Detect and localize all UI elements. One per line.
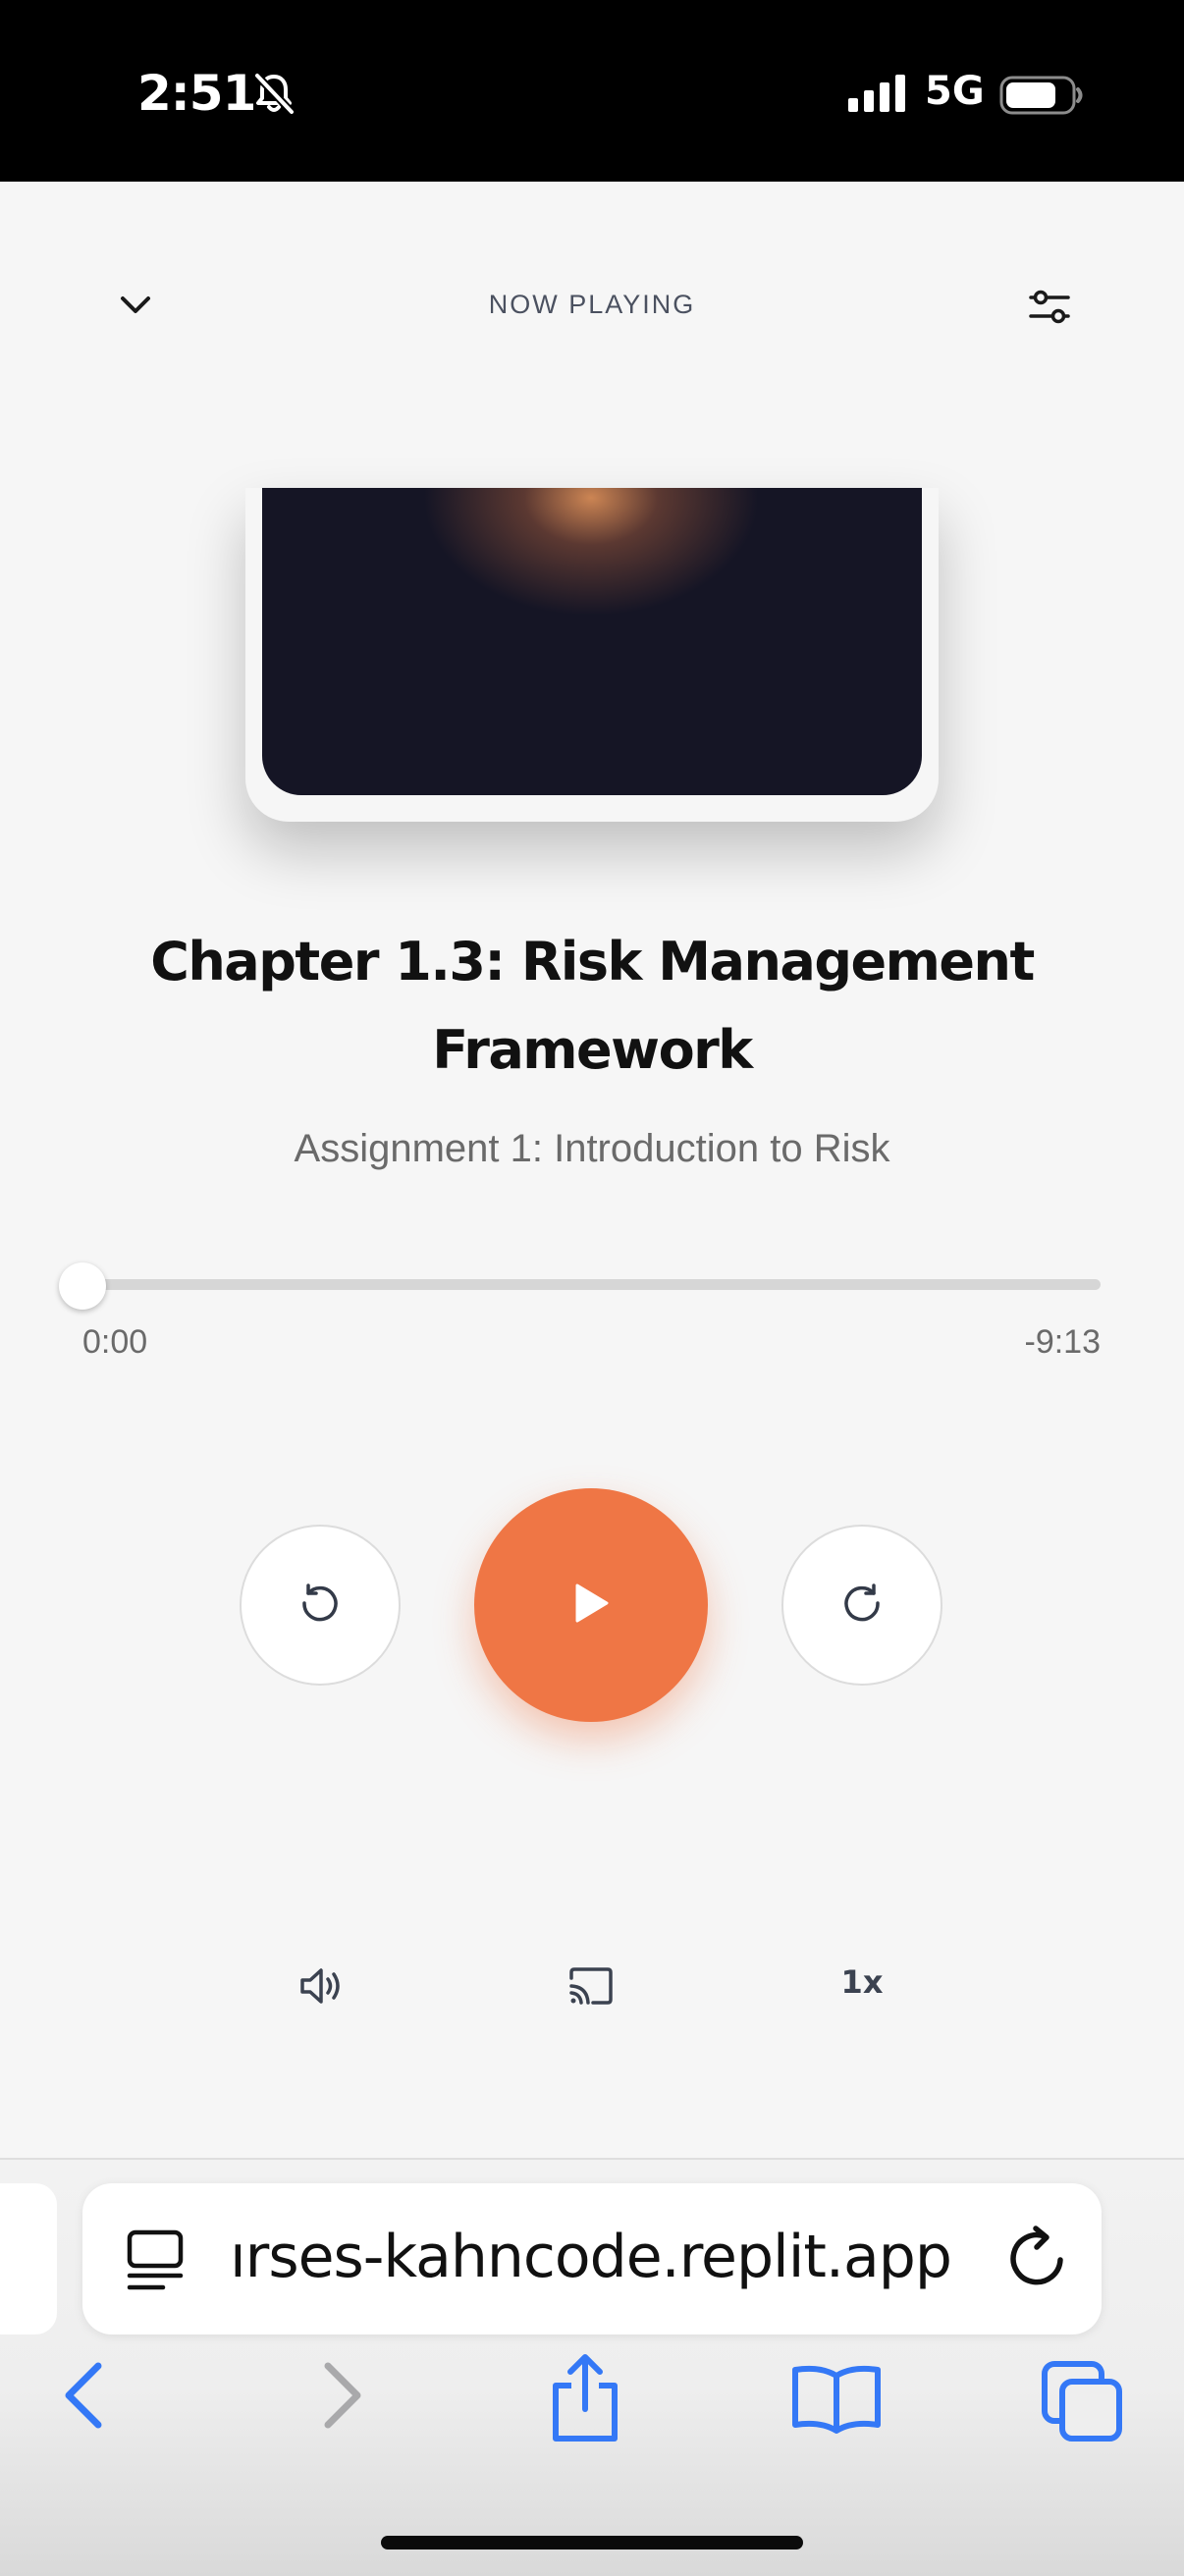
home-indicator[interactable] (381, 2536, 803, 2549)
forward-button[interactable] (781, 1525, 942, 1686)
track-subtitle: Assignment 1: Introduction to Risk (294, 1127, 890, 1170)
forward-nav-icon[interactable] (312, 2356, 371, 2440)
bell-slash-icon (251, 71, 296, 121)
previous-tab-preview[interactable] (0, 2183, 57, 2334)
album-artwork (262, 488, 922, 795)
player-header (0, 182, 1184, 486)
address-bar[interactable]: ırses-kahncode.replit.app (82, 2183, 1102, 2334)
rewind-button[interactable] (240, 1525, 401, 1686)
rewind-icon (296, 1580, 344, 1632)
playback-speed-button[interactable]: 1x (815, 1963, 909, 2001)
forward-icon (838, 1580, 886, 1632)
settings-sliders-icon[interactable] (1027, 285, 1072, 335)
bookmarks-icon[interactable] (789, 2364, 884, 2440)
back-icon[interactable] (55, 2356, 114, 2440)
status-bar: 2:51 5G (0, 0, 1184, 182)
network-label: 5G (925, 69, 985, 114)
page-title: NOW PLAYING (488, 290, 696, 319)
share-icon[interactable] (546, 2352, 624, 2451)
track-title: Chapter 1.3: Risk Management Framework (150, 931, 1035, 1081)
tabs-icon[interactable] (1039, 2358, 1127, 2451)
status-time: 2:51 (137, 65, 256, 122)
progress-knob[interactable] (59, 1262, 106, 1310)
play-button[interactable] (474, 1488, 708, 1722)
play-icon (569, 1580, 613, 1632)
url-text: ırses-kahncode.replit.app (230, 2223, 952, 2291)
battery-icon (999, 75, 1084, 121)
progress-bar[interactable] (82, 1279, 1101, 1290)
signal-icon (848, 75, 907, 117)
volume-icon[interactable] (295, 1959, 350, 2013)
remaining-time: -9:13 (1024, 1323, 1102, 1361)
reload-icon[interactable] (1000, 2221, 1073, 2298)
cast-icon[interactable] (564, 1959, 619, 2013)
reader-icon[interactable] (124, 2228, 188, 2298)
elapsed-time: 0:00 (82, 1323, 148, 1361)
